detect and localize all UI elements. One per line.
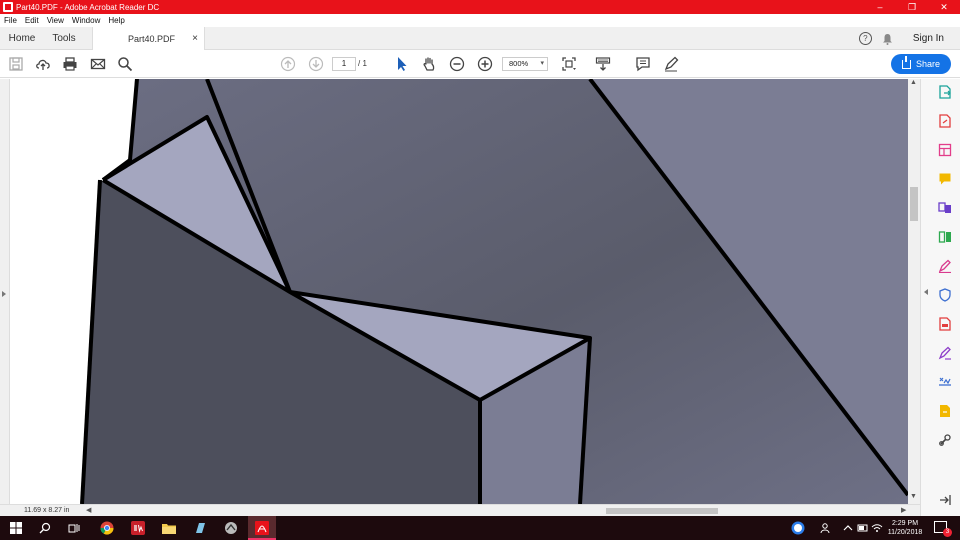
chrome-icon[interactable] (99, 520, 115, 536)
notification-count: 3 (943, 528, 952, 537)
certificates-icon[interactable] (938, 375, 952, 389)
edit-pdf-icon[interactable] (938, 143, 952, 157)
clock-time: 2:29 PM (891, 520, 919, 527)
tab-home[interactable]: Home (0, 33, 44, 44)
search-icon[interactable] (117, 56, 133, 72)
vertical-scroll-thumb[interactable] (910, 187, 918, 221)
right-tools-pane (920, 79, 960, 516)
clock-date: 11/20/2018 (887, 529, 923, 536)
page-total: / 1 (358, 59, 367, 68)
header-actions: ? Sign In (858, 27, 960, 50)
scroll-right-icon[interactable]: ▶ (901, 506, 906, 514)
pinned-app-icon[interactable] (223, 520, 239, 536)
status-bar: 11.69 x 8.27 in ◀ ▶ (0, 504, 920, 516)
collapse-pane-icon[interactable] (938, 493, 952, 507)
acrobat-taskbar-icon[interactable] (254, 520, 270, 536)
acrobat-app-icon (3, 2, 13, 12)
tab-document-label: Part40.PDF (128, 33, 176, 44)
system-clock[interactable]: 2:29 PM 11/20/2018 (884, 519, 926, 537)
vertical-scrollbar[interactable]: ▲ ▼ (908, 79, 920, 504)
page-number-input[interactable]: 1 (332, 57, 356, 71)
comment-tool-icon[interactable] (938, 172, 952, 186)
highlight-pen-icon[interactable] (663, 56, 679, 72)
hand-tool-icon[interactable] (421, 56, 437, 72)
send-sign-icon[interactable] (938, 346, 952, 360)
share-label: Share (915, 59, 941, 69)
fit-page-icon[interactable] (561, 56, 577, 72)
cloud-upload-icon[interactable] (35, 56, 51, 72)
page-dimensions: 11.69 x 8.27 in (24, 507, 70, 514)
zoom-level-select[interactable]: 800% (502, 57, 548, 71)
create-pdf-icon[interactable] (938, 114, 952, 128)
print-icon[interactable] (62, 56, 78, 72)
select-cursor-icon[interactable] (394, 56, 410, 72)
wifi-icon[interactable] (869, 520, 885, 536)
convert-pdf-icon[interactable] (938, 317, 952, 331)
protect-shield-icon[interactable] (938, 288, 952, 302)
collapse-right-icon[interactable] (924, 289, 928, 295)
prepare-form-icon[interactable] (938, 404, 952, 418)
notes-app-icon[interactable] (192, 520, 208, 536)
more-tools-icon[interactable] (938, 433, 952, 447)
horizontal-scroll-thumb[interactable] (606, 508, 718, 514)
scroll-mode-icon[interactable] (595, 56, 611, 72)
share-icon (901, 55, 911, 69)
scroll-left-icon[interactable]: ◀ (86, 506, 91, 514)
taskbar: 2:29 PM 11/20/2018 3 (0, 516, 960, 540)
zoom-out-icon[interactable] (449, 56, 465, 72)
search-taskbar-icon[interactable] (37, 520, 53, 536)
comment-icon[interactable] (635, 56, 651, 72)
expand-left-icon (2, 291, 6, 297)
solidworks-icon[interactable] (130, 520, 146, 536)
help-tray-icon[interactable] (790, 520, 806, 536)
left-panel-toggle[interactable] (0, 79, 10, 504)
window-title: Part40.PDF - Adobe Acrobat Reader DC (16, 2, 160, 12)
export-pdf-icon[interactable] (938, 85, 952, 99)
cad-drawing (10, 79, 908, 504)
people-icon[interactable] (818, 520, 834, 536)
next-page-icon[interactable] (308, 56, 324, 72)
scroll-up-icon[interactable]: ▲ (910, 79, 917, 86)
zoom-in-icon[interactable] (477, 56, 493, 72)
tray-expand-icon[interactable] (840, 520, 856, 536)
toolbar: 1 / 1 800% (0, 50, 960, 78)
document-canvas[interactable] (10, 79, 908, 504)
menu-help[interactable]: Help (108, 16, 124, 25)
combine-files-icon[interactable] (938, 201, 952, 215)
menu-bar: File Edit View Window Help (0, 14, 960, 27)
previous-page-icon[interactable] (280, 56, 296, 72)
sign-in-link[interactable]: Sign In (913, 33, 944, 44)
scroll-down-icon[interactable]: ▼ (910, 493, 917, 500)
task-view-icon[interactable] (66, 520, 82, 536)
tab-tools[interactable]: Tools (44, 33, 84, 44)
email-icon[interactable] (90, 56, 106, 72)
close-window-button[interactable]: ✕ (928, 0, 960, 14)
action-center-icon[interactable]: 3 (934, 521, 952, 537)
organize-pages-icon[interactable] (938, 230, 952, 244)
tab-document[interactable]: Part40.PDF × (92, 27, 205, 50)
save-icon[interactable] (8, 56, 24, 72)
minimize-button[interactable]: – (864, 0, 896, 14)
title-bar: Part40.PDF - Adobe Acrobat Reader DC – ❐… (0, 0, 960, 14)
tab-bar: Home Tools Part40.PDF × ? Sign In (0, 27, 960, 50)
menu-file[interactable]: File (4, 16, 17, 25)
menu-window[interactable]: Window (72, 16, 100, 25)
menu-edit[interactable]: Edit (25, 16, 39, 25)
bell-icon[interactable] (882, 33, 893, 45)
share-button[interactable]: Share (891, 54, 951, 74)
file-explorer-icon[interactable] (161, 520, 177, 536)
windows-start-icon[interactable] (8, 520, 24, 536)
close-tab-icon[interactable]: × (192, 33, 198, 44)
help-icon[interactable]: ? (858, 32, 872, 45)
menu-view[interactable]: View (47, 16, 64, 25)
fill-sign-icon[interactable] (938, 259, 952, 273)
maximize-button[interactable]: ❐ (896, 0, 928, 14)
